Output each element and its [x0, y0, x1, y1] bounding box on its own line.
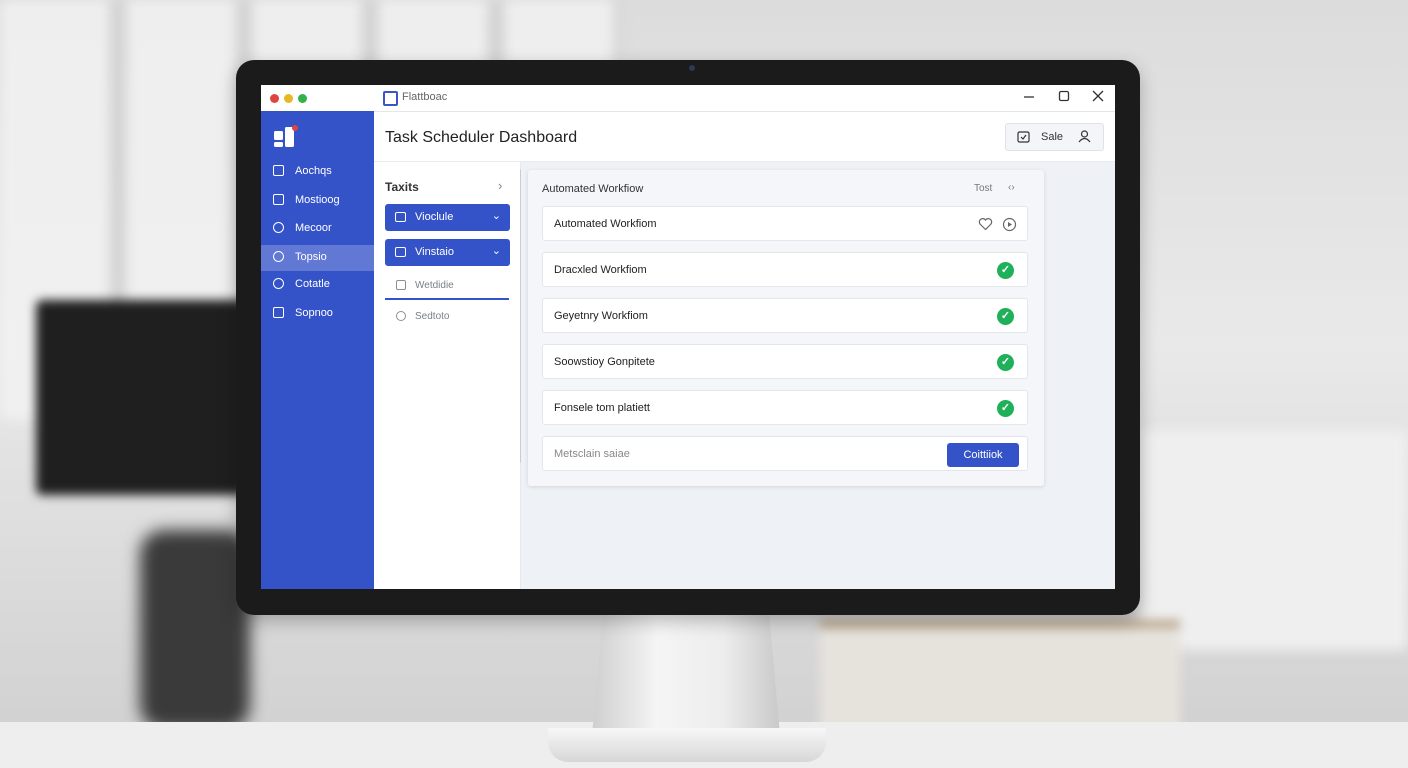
monitor-stand: [592, 610, 780, 735]
minimize-dot[interactable]: [284, 94, 293, 103]
heart-icon[interactable]: [978, 217, 993, 236]
sidebar-item-sopnoo[interactable]: Sopnoo: [261, 301, 374, 327]
sidebar-item-label: Cotatle: [295, 278, 330, 290]
list-item[interactable]: Fonsele tom platiett ✓: [542, 390, 1028, 425]
background-cabinet: [820, 620, 1180, 738]
task-button-vinstaio[interactable]: Vinstaio ⌄: [385, 239, 510, 266]
target-icon: [273, 251, 284, 262]
page-title: Task Scheduler Dashboard: [385, 129, 578, 146]
app-icon: [383, 91, 398, 106]
task-button-label: Vioclule: [415, 211, 454, 223]
sidebar: Aochqs Mostioog Mecoor Topsio Cotatle So…: [261, 111, 374, 589]
card-meta[interactable]: Tost: [974, 183, 992, 194]
app-window: Flattboac Aochqs Mostioog Mecoor Topsio …: [261, 85, 1115, 589]
folder-icon: [273, 165, 284, 176]
sidebar-item-label: Mostioog: [295, 194, 340, 206]
circle-icon: [273, 222, 284, 233]
list-item[interactable]: Soowstioy Gonpitete ✓: [542, 344, 1028, 379]
maximize-dot[interactable]: [298, 94, 307, 103]
close-icon[interactable]: [1089, 89, 1107, 107]
sidebar-item-aochqs[interactable]: Aochqs: [261, 159, 374, 185]
calendar-icon: [395, 212, 406, 222]
background-shelf: [1140, 430, 1408, 650]
task-subitem-wetdidie[interactable]: Wetdidie: [385, 274, 509, 300]
monitor-base: [548, 728, 826, 762]
sidebar-item-cotatle[interactable]: Cotatle: [261, 272, 374, 298]
maximize-icon[interactable]: [1055, 89, 1073, 107]
message-input-row: Metsclain saiae Coittiiok: [542, 436, 1028, 471]
chevron-down-icon: ⌄: [491, 245, 501, 257]
check-circle-icon: ✓: [997, 354, 1014, 371]
background-monitor: [36, 300, 246, 495]
tasks-header: Taxits: [385, 180, 419, 194]
clock-icon: [396, 311, 406, 321]
sidebar-item-label: Topsio: [295, 251, 327, 263]
chevron-down-icon: ⌄: [491, 210, 501, 222]
sidebar-item-label: Sopnoo: [295, 307, 333, 319]
tasks-panel: Taxits › Vioclule ⌄ Vinstaio ⌄ Wetdidie …: [374, 162, 521, 589]
user-icon[interactable]: [1078, 130, 1091, 143]
list-item-label: Geyetnry Workfiom: [554, 310, 648, 322]
grid-icon: [273, 194, 284, 205]
task-button-label: Vinstaio: [415, 246, 454, 258]
card-title: Automated Workfiow: [542, 183, 644, 195]
list-item[interactable]: Dracxled Workfiom ✓: [542, 252, 1028, 287]
message-input[interactable]: Metsclain saiae: [554, 448, 630, 460]
close-dot[interactable]: [270, 94, 279, 103]
check-circle-icon: ✓: [997, 262, 1014, 279]
task-subitem-label: Sedtoto: [415, 311, 450, 322]
sale-button-label[interactable]: Sale: [1041, 131, 1063, 143]
sidebar-item-mostioog[interactable]: Mostioog: [261, 188, 374, 214]
workflow-card: Automated Workfiow Tost ‹› Automated Wor…: [528, 170, 1044, 486]
arrows-icon[interactable]: ‹›: [1008, 182, 1015, 193]
list-item[interactable]: Automated Workfiom: [542, 206, 1028, 241]
task-button-vioclule[interactable]: Vioclule ⌄: [385, 204, 510, 231]
sidebar-item-mecoor[interactable]: Mecoor: [261, 216, 374, 242]
title-bar: Flattboac: [261, 85, 1115, 112]
document-icon: [273, 307, 284, 318]
calendar-icon: [395, 247, 406, 257]
list-item[interactable]: Geyetnry Workfiom ✓: [542, 298, 1028, 333]
list-item-label: Dracxled Workfiom: [554, 264, 647, 276]
minus-box-icon: [396, 280, 406, 290]
list-item-label: Fonsele tom platiett: [554, 402, 650, 414]
list-item-label: Automated Workfiom: [554, 218, 657, 230]
chevron-right-icon[interactable]: ›: [498, 178, 502, 193]
window-title: Flattboac: [402, 91, 448, 103]
calendar-check-icon[interactable]: [1017, 130, 1030, 143]
webcam-icon: [689, 65, 695, 71]
list-item-label: Soowstioy Gonpitete: [554, 356, 655, 368]
task-subitem-label: Wetdidie: [415, 280, 454, 291]
task-subitem-sedtoto[interactable]: Sedtoto: [385, 305, 509, 329]
check-circle-icon: ✓: [997, 400, 1014, 417]
minimize-icon[interactable]: [1020, 89, 1038, 107]
chat-icon: [273, 278, 284, 289]
sidebar-item-topsio[interactable]: Topsio: [261, 245, 374, 271]
sidebar-item-label: Aochqs: [295, 165, 332, 177]
background-chair: [140, 530, 250, 730]
play-icon[interactable]: [1002, 217, 1017, 237]
app-logo-icon[interactable]: [273, 125, 298, 147]
check-circle-icon: ✓: [997, 308, 1014, 325]
header-actions[interactable]: Sale: [1005, 123, 1104, 151]
commit-button[interactable]: Coittiiok: [947, 443, 1019, 467]
sidebar-item-label: Mecoor: [295, 222, 332, 234]
